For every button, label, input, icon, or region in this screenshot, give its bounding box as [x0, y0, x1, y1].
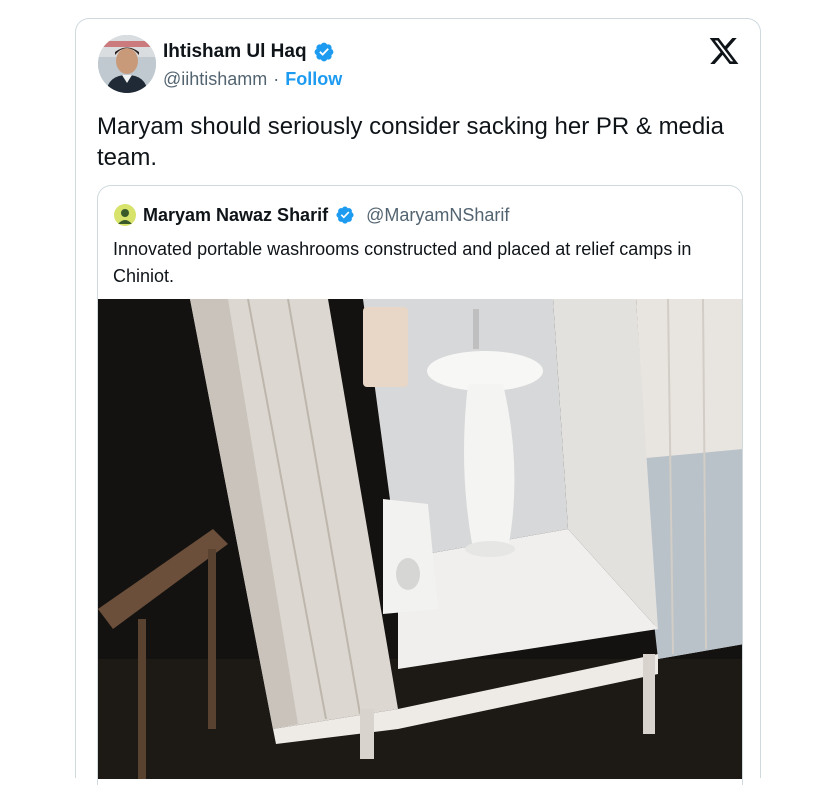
- follow-button[interactable]: Follow: [285, 69, 342, 90]
- separator-dot: ·: [273, 69, 280, 89]
- verified-badge-icon: [314, 42, 333, 62]
- quoted-tweet-text: Innovated portable washrooms constructed…: [113, 239, 692, 286]
- washroom-photo[interactable]: [98, 299, 743, 779]
- tweet-card[interactable]: Ihtisham Ul Haq @iihtishamm · Follow Mar…: [75, 18, 761, 785]
- author-avatar[interactable]: [98, 35, 156, 93]
- author-handle[interactable]: @iihtishamm: [163, 69, 267, 90]
- verified-badge-icon: [336, 206, 354, 224]
- quoted-author-name[interactable]: Maryam Nawaz Sharif: [143, 205, 328, 226]
- author-name[interactable]: Ihtisham Ul Haq: [163, 41, 307, 63]
- quoted-author-handle[interactable]: @MaryamNSharif: [366, 205, 509, 226]
- quoted-author-avatar[interactable]: [114, 204, 136, 226]
- x-logo-icon[interactable]: [708, 35, 740, 67]
- tweet-text: Maryam should seriously consider sacking…: [97, 113, 724, 171]
- quoted-tweet[interactable]: Maryam Nawaz Sharif @MaryamNSharif Innov…: [97, 185, 743, 785]
